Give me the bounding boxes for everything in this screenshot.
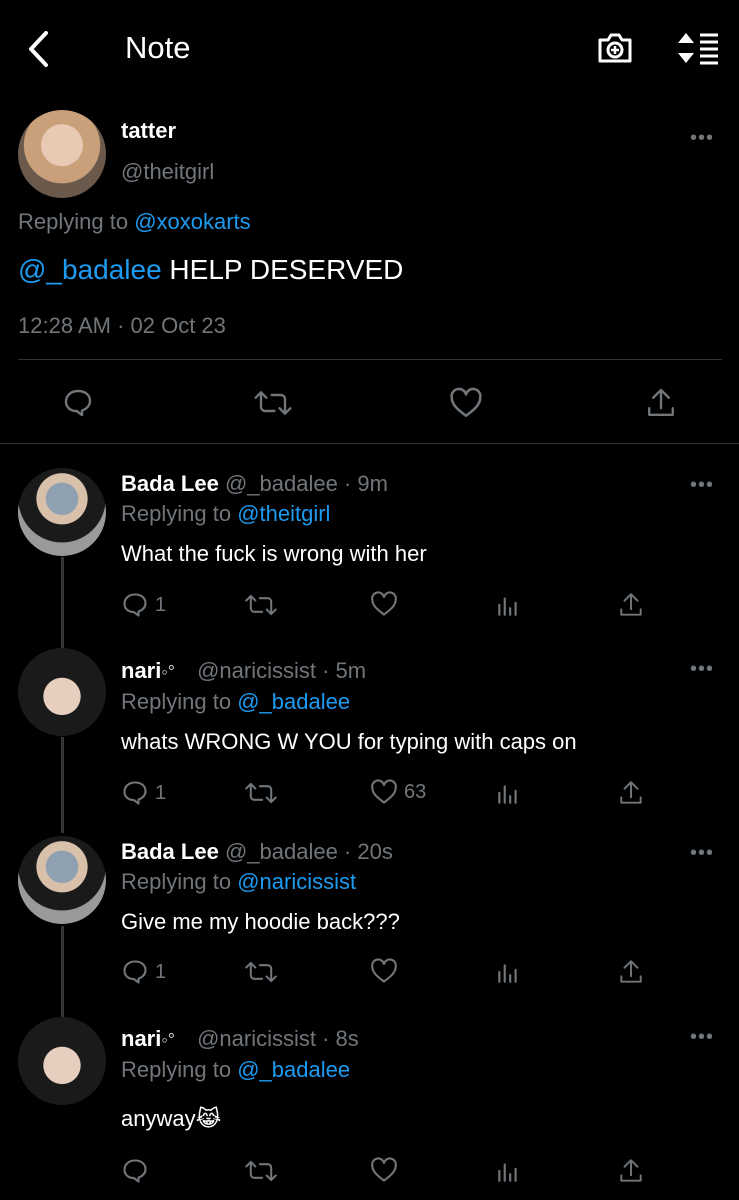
more-options-icon[interactable]: ••• <box>690 658 714 681</box>
reply-header: nari◦° @naricissist · 8s <box>121 1026 359 1052</box>
like-action[interactable]: 63 <box>370 779 426 805</box>
reply-icon <box>121 958 149 986</box>
replying-to-link[interactable]: @_badalee <box>237 689 350 714</box>
reply-count: 1 <box>155 781 167 804</box>
like-action[interactable] <box>370 1157 404 1183</box>
author-name[interactable]: Bada Lee <box>121 839 219 864</box>
replying-to-line: Replying to @theitgirl <box>121 501 330 527</box>
replying-to-prefix: Replying to <box>121 1057 238 1082</box>
reply-icon <box>121 591 149 619</box>
like-icon <box>370 958 398 984</box>
replying-to-line: Replying to @_badalee <box>121 1057 350 1083</box>
reply-header: Bada Lee @_badalee · 20s <box>121 839 393 865</box>
avatar[interactable] <box>18 836 106 924</box>
replying-to-line: Replying to @naricissist <box>121 869 356 895</box>
replying-to-link[interactable]: @theitgirl <box>237 501 330 526</box>
more-options-icon[interactable]: ••• <box>690 474 714 497</box>
thread-connector <box>61 737 64 833</box>
reply-header: Bada Lee @_badalee · 9m <box>121 471 388 497</box>
replying-to-prefix: Replying to <box>121 501 238 526</box>
reply-icon <box>121 1157 149 1185</box>
tweet-timestamp: 12:28 AM · 02 Oct 23 <box>18 313 226 338</box>
reply-text: anyway😹 <box>121 1106 222 1131</box>
share-icon[interactable] <box>618 958 644 986</box>
reply-action[interactable]: 1 <box>121 779 166 807</box>
retweet-icon[interactable] <box>244 779 278 807</box>
author-handle[interactable]: @naricissist · 5m <box>197 658 366 683</box>
author-handle[interactable]: @_badalee · 9m <box>225 471 388 496</box>
replying-to-link[interactable]: @_badalee <box>237 1057 350 1082</box>
like-count: 63 <box>404 780 427 803</box>
like-icon <box>370 779 398 805</box>
replying-to-line: Replying to @_badalee <box>121 689 350 715</box>
share-icon[interactable] <box>618 1157 644 1185</box>
divider <box>18 359 722 360</box>
tweet-text: @_badalee HELP DESERVED <box>18 254 403 286</box>
divider <box>0 443 739 444</box>
author-name[interactable]: tatter <box>121 118 176 144</box>
tweet-body: HELP DESERVED <box>161 254 404 285</box>
avatar[interactable] <box>18 648 106 736</box>
mention-link[interactable]: @_badalee <box>18 254 162 285</box>
chevron-left-icon[interactable] <box>26 30 50 68</box>
reply-action[interactable] <box>121 1157 155 1185</box>
more-options-icon[interactable]: ••• <box>690 1026 714 1049</box>
replying-to-link[interactable]: @naricissist <box>237 869 356 894</box>
replying-to-prefix: Replying to <box>121 869 238 894</box>
replying-to-line: Replying to @xoxokarts <box>18 209 251 235</box>
page-title: Note <box>125 30 191 65</box>
like-icon <box>370 591 398 617</box>
reply-icon <box>121 779 149 807</box>
avatar[interactable] <box>18 468 106 556</box>
reply-text: What the fuck is wrong with her <box>121 541 427 566</box>
reply-count: 1 <box>155 960 167 983</box>
reply-header: nari◦° @naricissist · 5m <box>121 658 366 684</box>
reply-icon[interactable] <box>62 387 94 419</box>
name-badge: ◦° <box>161 1030 175 1050</box>
reply-text: whats WRONG W YOU for typing with caps o… <box>121 729 577 754</box>
name-badge: ◦° <box>161 662 175 682</box>
author-name[interactable]: Bada Lee <box>121 471 219 496</box>
like-icon[interactable] <box>449 387 483 419</box>
thread-connector <box>61 557 64 649</box>
retweet-icon[interactable] <box>244 591 278 619</box>
avatar[interactable] <box>18 110 106 198</box>
replying-to-prefix: Replying to <box>18 209 135 234</box>
views-icon[interactable] <box>495 959 521 985</box>
more-options-icon[interactable]: ••• <box>690 842 714 865</box>
views-icon[interactable] <box>495 780 521 806</box>
replying-to-link[interactable]: @xoxokarts <box>134 209 250 234</box>
author-name[interactable]: nari <box>121 1026 161 1051</box>
sort-list-icon[interactable] <box>676 30 720 66</box>
more-options-icon[interactable]: ••• <box>690 127 714 150</box>
replying-to-prefix: Replying to <box>121 689 238 714</box>
views-icon[interactable] <box>495 1158 521 1184</box>
thread-connector <box>61 926 64 1018</box>
share-icon[interactable] <box>645 386 677 420</box>
like-icon <box>370 1157 398 1183</box>
like-action[interactable] <box>370 591 404 617</box>
retweet-icon[interactable] <box>244 1157 278 1185</box>
retweet-icon[interactable] <box>253 387 293 419</box>
reply-count: 1 <box>155 593 167 616</box>
author-handle[interactable]: @theitgirl <box>121 159 214 185</box>
share-icon[interactable] <box>618 591 644 619</box>
reply-action[interactable]: 1 <box>121 591 166 619</box>
like-action[interactable] <box>370 958 404 984</box>
retweet-icon[interactable] <box>244 958 278 986</box>
author-name[interactable]: nari <box>121 658 161 683</box>
camera-plus-icon[interactable] <box>596 31 634 65</box>
share-icon[interactable] <box>618 779 644 807</box>
author-handle[interactable]: @naricissist · 8s <box>197 1026 359 1051</box>
reply-action[interactable]: 1 <box>121 958 166 986</box>
author-handle[interactable]: @_badalee · 20s <box>225 839 393 864</box>
reply-text: Give me my hoodie back??? <box>121 909 400 934</box>
avatar[interactable] <box>18 1017 106 1105</box>
views-icon[interactable] <box>495 592 521 618</box>
